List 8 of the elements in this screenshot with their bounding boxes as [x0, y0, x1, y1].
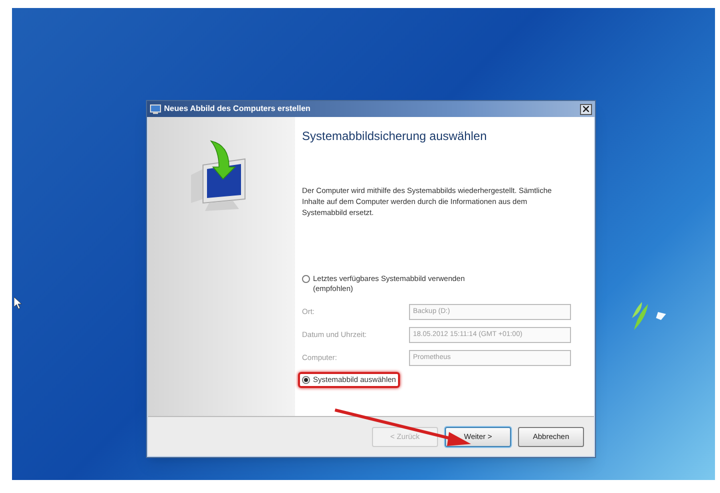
radio-button[interactable]	[302, 275, 310, 283]
window-title: Neues Abbild des Computers erstellen	[164, 103, 312, 115]
app-icon	[150, 104, 161, 114]
mouse-pointer-icon	[14, 297, 22, 309]
radio-button[interactable]	[302, 376, 310, 384]
close-icon	[583, 106, 589, 112]
close-button[interactable]	[580, 104, 592, 114]
page-heading: Systemabbildsicherung auswählen	[302, 128, 488, 145]
